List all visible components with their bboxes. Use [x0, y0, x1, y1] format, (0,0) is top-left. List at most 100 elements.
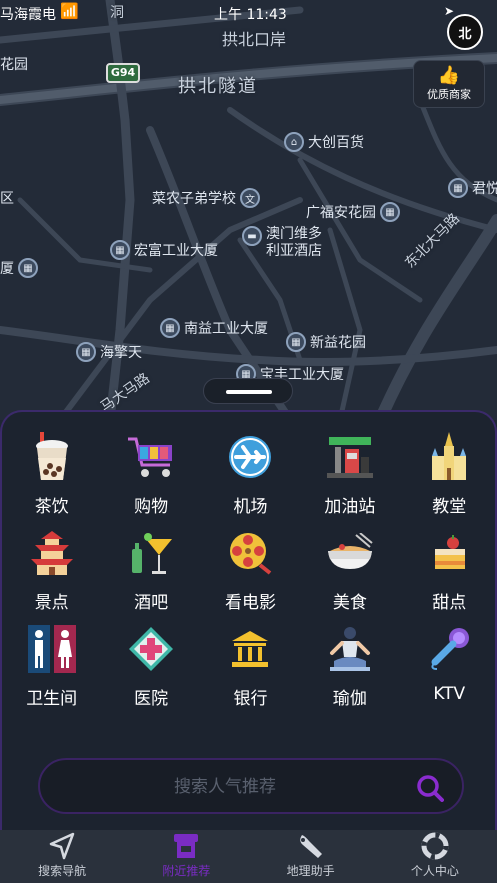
category-shopping[interactable]: 购物: [101, 432, 200, 518]
poi-marker[interactable]: 花园: [0, 54, 28, 74]
building-pin-icon: ▦: [286, 332, 306, 352]
tab-profile[interactable]: 个人中心: [373, 830, 497, 883]
category-label: 甜点: [432, 593, 467, 613]
category-dessert[interactable]: 甜点: [400, 528, 497, 614]
map-label-gongbei-port: 拱北口岸: [222, 30, 287, 49]
poi-label: 澳门维多利亚酒店: [266, 226, 322, 259]
tab-geo-assistant[interactable]: 地理助手: [249, 830, 373, 883]
category-hospital[interactable]: 医院: [101, 624, 200, 710]
bubble-tea-icon: [27, 432, 77, 482]
poi-label: 花园: [0, 57, 28, 73]
building-pin-icon: ▦: [448, 178, 468, 198]
poi-marker[interactable]: ▦ 君悦: [448, 178, 497, 198]
category-attraction[interactable]: 景点: [2, 528, 101, 614]
category-grid: 茶饮 购物 机场 加油站 教堂 景点 酒吧 看电影 美食 甜点 卫生间 医院 银…: [2, 432, 497, 710]
poi-marker[interactable]: ▦ 宏富工业大厦: [110, 240, 218, 260]
shopping-cart-icon: [126, 432, 176, 482]
shop-icon: [174, 834, 199, 858]
lifebuoy-icon: [421, 832, 449, 860]
category-yoga[interactable]: 瑜伽: [300, 624, 399, 710]
cake-icon: [424, 528, 474, 578]
category-label: KTV: [433, 684, 466, 704]
gas-station-icon: [325, 432, 375, 482]
panel-drag-handle[interactable]: [203, 378, 293, 404]
restroom-icon: [27, 624, 77, 674]
poi-marker[interactable]: ▦ 南益工业大厦: [160, 318, 268, 338]
map-view[interactable]: 马海霞电 📶 上午 11:43 ➤ 北 👍 优质商家 G94 拱北口岸 拱北隧道…: [0, 0, 497, 420]
hospital-cross-icon: [126, 624, 176, 674]
tab-search-navigation[interactable]: 搜索导航: [0, 830, 124, 883]
category-restroom[interactable]: 卫生间: [2, 624, 101, 710]
poi-marker[interactable]: ▬ 澳门维多利亚酒店: [242, 226, 330, 260]
poi-label: 大创百货: [308, 135, 364, 151]
noodle-bowl-icon: [325, 528, 375, 578]
compass-button[interactable]: 北: [447, 14, 483, 50]
category-label: 景点: [34, 593, 69, 613]
navigation-arrow-icon: [49, 832, 75, 860]
category-tea[interactable]: 茶饮: [2, 432, 101, 518]
category-label: 加油站: [324, 497, 376, 517]
category-label: 购物: [134, 497, 169, 517]
shop-pin-icon: ⌂: [284, 132, 304, 152]
poi-label: 广福安花园: [306, 205, 376, 221]
category-label: 茶饮: [34, 497, 69, 517]
poi-marker[interactable]: ▦ 新益花园: [286, 332, 366, 352]
tab-nearby[interactable]: 附近推荐: [124, 830, 248, 883]
category-bank[interactable]: 银行: [201, 624, 300, 710]
category-movie[interactable]: 看电影: [201, 528, 300, 614]
compass-label: 北: [458, 26, 472, 42]
category-label: 瑜伽: [332, 689, 367, 709]
church-icon: [424, 432, 474, 482]
thumbs-up-icon: 👍: [437, 65, 461, 86]
poi-marker[interactable]: 区: [0, 188, 14, 208]
search-icon[interactable]: [416, 774, 444, 802]
hotel-pin-icon: ▬: [242, 226, 262, 246]
poi-marker[interactable]: 厦 ▦: [0, 258, 38, 278]
poi-label: 区: [0, 191, 14, 207]
airplane-icon: [225, 432, 275, 482]
category-label: 医院: [134, 689, 169, 709]
bank-icon: [225, 624, 275, 674]
category-airport[interactable]: 机场: [201, 432, 300, 518]
search-input[interactable]: [60, 772, 390, 802]
category-label: 看电影: [224, 593, 276, 613]
poi-marker[interactable]: 广福安花园 ▦: [306, 202, 400, 222]
microphone-icon: [424, 624, 474, 674]
category-ktv[interactable]: KTV: [400, 624, 497, 710]
category-label: 机场: [233, 497, 268, 517]
category-label: 教堂: [432, 497, 467, 517]
location-arrow-icon: ➤: [444, 4, 455, 18]
poi-label: 宏富工业大厦: [134, 243, 218, 259]
nearby-panel: 茶饮 购物 机场 加油站 教堂 景点 酒吧 看电影 美食 甜点 卫生间 医院 银…: [0, 410, 497, 830]
highway-badge: G94: [106, 63, 140, 83]
poi-marker[interactable]: ▦ 海擎天: [76, 342, 142, 362]
category-bar[interactable]: 酒吧: [101, 528, 200, 614]
poi-label: 厦: [0, 261, 14, 277]
tab-label: 地理助手: [286, 864, 335, 878]
status-bar: 马海霞电 📶 上午 11:43 ➤: [0, 2, 497, 24]
category-church[interactable]: 教堂: [400, 432, 497, 518]
quality-merchant-button[interactable]: 👍 优质商家: [413, 60, 485, 108]
search-bar: [38, 758, 464, 814]
building-pin-icon: ▦: [380, 202, 400, 222]
category-label: 美食: [332, 593, 367, 613]
poi-label: 新益花园: [310, 335, 366, 351]
pagoda-icon: [27, 528, 77, 578]
film-reel-icon: [225, 528, 275, 578]
tab-label: 个人中心: [410, 864, 459, 878]
yoga-icon: [325, 624, 375, 674]
wifi-icon: 📶: [60, 2, 79, 20]
poi-label: 海擎天: [100, 345, 142, 361]
quality-merchant-label: 优质商家: [427, 88, 471, 101]
poi-marker[interactable]: 菜农子弟学校文: [152, 188, 260, 208]
poi-label: 君悦: [472, 181, 497, 197]
category-label: 酒吧: [134, 593, 169, 613]
poi-label: 菜农子弟学校: [152, 191, 236, 207]
map-label-tunnel: 拱北隧道: [178, 76, 258, 97]
category-gas-station[interactable]: 加油站: [300, 432, 399, 518]
category-label: 卫生间: [26, 689, 78, 709]
category-food[interactable]: 美食: [300, 528, 399, 614]
tab-label: 附近推荐: [162, 864, 211, 878]
poi-marker[interactable]: ⌂ 大创百货: [284, 132, 364, 152]
carrier-label: 马海霞电: [0, 7, 56, 23]
